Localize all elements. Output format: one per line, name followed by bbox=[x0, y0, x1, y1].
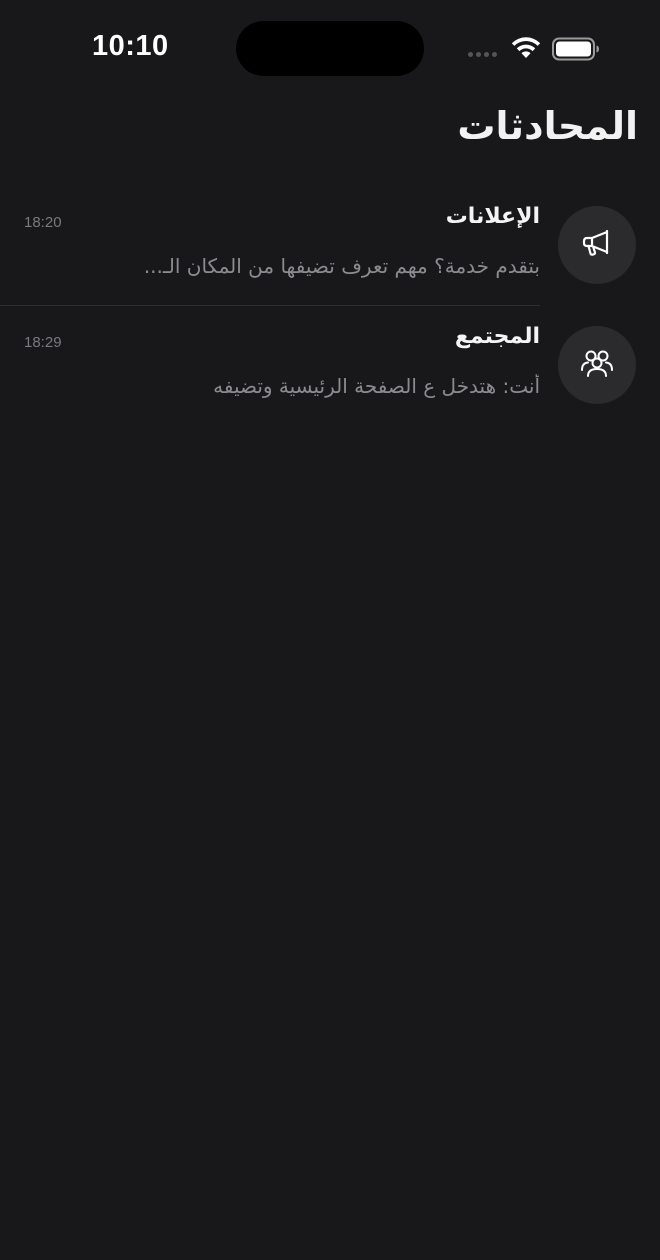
conversation-name: المجتمع bbox=[454, 324, 540, 349]
conversation-item-community[interactable]: المجتمع أنت: هتدخل ع الصفحة الرئيسية وتض… bbox=[0, 306, 660, 426]
page-title: المحادثات bbox=[457, 104, 638, 148]
dynamic-island bbox=[236, 21, 424, 76]
people-group-icon bbox=[579, 348, 615, 382]
conversation-avatar bbox=[558, 206, 636, 284]
megaphone-icon bbox=[580, 226, 614, 264]
conversation-time: 18:20 bbox=[24, 214, 62, 231]
wifi-icon bbox=[510, 36, 542, 64]
status-time: 10:10 bbox=[92, 30, 169, 62]
conversation-avatar bbox=[558, 326, 636, 404]
conversation-list: الإعلانات بتقدم خدمة؟ مهم تعرف تضيفها من… bbox=[0, 186, 660, 426]
conversation-name: الإعلانات bbox=[445, 204, 540, 229]
conversation-item-announcements[interactable]: الإعلانات بتقدم خدمة؟ مهم تعرف تضيفها من… bbox=[0, 186, 660, 306]
conversation-preview: بتقدم خدمة؟ مهم تعرف تضيفها من المكان ال… bbox=[143, 254, 540, 278]
conversation-time: 18:29 bbox=[24, 334, 62, 351]
conversation-preview: أنت: هتدخل ع الصفحة الرئيسية وتضيفه bbox=[213, 374, 540, 398]
status-bar: 10:10 bbox=[0, 0, 660, 96]
battery-icon bbox=[552, 37, 600, 65]
cellular-signal-icon bbox=[468, 52, 497, 57]
